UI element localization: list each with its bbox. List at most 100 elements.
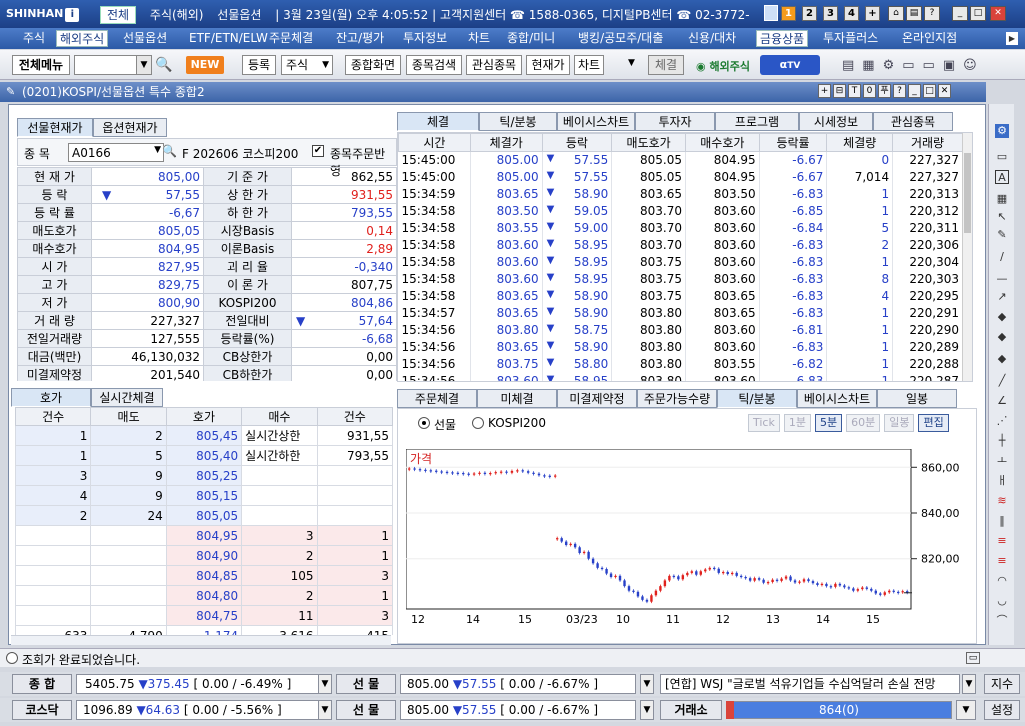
eraser-icon[interactable]: ✎ [995,228,1009,242]
arc-icon[interactable]: ◡ [995,594,1009,608]
chart-interval-button[interactable]: Tick [748,414,780,432]
chevron-down-icon[interactable]: ▼ [628,58,635,68]
text-icon[interactable]: A [995,170,1009,184]
checkout-button[interactable]: 체결 [648,55,684,75]
window-control-icon[interactable]: ? [893,84,906,98]
window-control-icon[interactable]: T [848,84,861,98]
overseas-stock-link[interactable]: ◉ 해외주식 [696,58,750,74]
tick-row[interactable]: 15:45:00 805.00 ▼ 57.55 805.05 804.95 -6.67 7,0… [398,168,963,186]
menu-item[interactable]: 종합/미니 [504,30,558,47]
print-icon[interactable]: ▤ [842,58,862,73]
tick-row[interactable]: 15:34:58 803.60 ▼ 58.95 803.70 803.60 -6.83 2 22… [398,236,963,254]
tab-all[interactable]: 전체 [100,6,137,24]
tick-row[interactable]: 15:34:58 803.65 ▼ 58.90 803.75 803.65 -6.83 4 22… [398,287,963,305]
status-window-icon[interactable]: ▭ [966,652,980,664]
tick-row[interactable]: 15:34:56 803.60 ▼ 58.95 803.80 803.60 -6.83 1 22… [398,372,963,381]
chart-interval-button[interactable]: 편집 [918,414,949,432]
gear-icon[interactable]: ⚙ [883,58,903,73]
chevron-down-icon[interactable]: ▼ [956,700,976,720]
screen-2-button[interactable]: 2 [802,6,817,21]
hline-icon[interactable]: ㅐ [995,474,1009,488]
menu-item[interactable]: 주문체결 [266,30,316,47]
tick-row[interactable]: 15:34:56 803.75 ▼ 58.80 803.80 803.55 -6.82 1 22… [398,355,963,373]
minimize-icon[interactable]: _ [952,6,968,21]
hline-icon[interactable]: ㅗ [995,454,1009,468]
close-icon[interactable]: ✕ [990,6,1006,21]
tab-futures-price[interactable]: 선물현재가 [17,118,93,137]
stock-search-button[interactable]: 종목검색 [406,55,462,75]
screen-4-button[interactable]: 4 [844,6,859,21]
tab-chart-6[interactable]: 일봉 [877,389,957,408]
menu-item[interactable]: 투자플러스 [820,30,881,47]
menu-item[interactable]: 신용/대차 [685,30,739,47]
chart-interval-button[interactable]: 5분 [814,414,843,432]
line-icon[interactable]: — [995,272,1009,286]
ask-level-row[interactable]: 4 9 805,15 [15,485,393,506]
ask-level-row[interactable]: 1 2 805,45 실시간상한 931,55 [15,425,393,446]
crosshair-icon[interactable]: ┼ [995,434,1009,448]
marker-icon[interactable]: ◆ [995,310,1009,324]
tab-orderbook[interactable]: 호가 [11,388,91,407]
chevron-down-icon[interactable]: ▼ [962,674,976,694]
chart-interval-button[interactable]: 60분 [846,414,881,432]
grid-icon[interactable]: ▦ [995,192,1009,206]
ask-level-row[interactable]: 3 9 805,25 [15,465,393,486]
bid-level-row[interactable]: 804,85 105 3 [15,565,393,586]
diagonal-icon[interactable]: ╱ [995,374,1009,388]
fan-icon[interactable]: ⋰ [995,414,1009,428]
register-button[interactable]: 등록 [242,55,276,75]
ask-level-row[interactable]: 2 24 805,05 [15,505,393,526]
bid-level-row[interactable]: 804,90 2 1 [15,545,393,566]
radio-kospi200[interactable] [472,417,484,429]
home-icon[interactable]: ⌂ [888,6,904,21]
tab-right-3[interactable]: 투자자 [635,112,715,131]
tab-chart-4[interactable]: 틱/분봉 [717,389,797,408]
chevron-down-icon[interactable]: ▼ [318,700,332,720]
overview-button[interactable]: 종합화면 [345,55,401,75]
chevron-down-icon[interactable]: ▼ [640,674,654,694]
stock-select[interactable]: 주식 ▼ [281,55,333,75]
tv-button[interactable]: αTV [760,55,820,75]
menu-item[interactable]: 차트 [465,30,493,47]
fibo-icon[interactable]: ≡ [995,554,1009,568]
tick-row[interactable]: 15:34:56 803.65 ▼ 58.90 803.80 803.60 -6.83 1 22… [398,338,963,356]
tick-row[interactable]: 15:34:58 803.60 ▼ 58.95 803.75 803.60 -6.83 1 22… [398,253,963,271]
help-icon[interactable]: ? [924,6,940,21]
tab-right-5[interactable]: 시세정보 [799,112,873,131]
window-control-icon[interactable]: □ [923,84,936,98]
tab-chart-5[interactable]: 베이시스차트 [797,389,877,408]
settings-button[interactable]: 설정 [984,700,1020,720]
gear-icon[interactable]: ⚙ [995,124,1009,138]
marker-icon[interactable]: ◆ [995,330,1009,344]
tab-right-6[interactable]: 관심종목 [873,112,953,131]
chevron-down-icon[interactable]: ▼ [640,700,654,720]
pen-icon[interactable]: ∕ [995,250,1009,264]
trend-icon[interactable]: ↗ [995,290,1009,304]
ask-level-row[interactable]: 1 5 805,40 실시간하한 793,55 [15,445,393,466]
chevron-down-icon[interactable]: ▼ [154,145,161,155]
add-screen-button[interactable]: + [865,6,880,21]
tab-right-0[interactable]: 체결 [397,112,479,131]
tick-row[interactable]: 15:34:58 803.55 ▼ 59.00 803.70 803.60 -6.84 5 22… [398,219,963,237]
lock-icon[interactable]: ▣ [943,58,963,73]
calculator-icon[interactable]: ▦ [862,58,882,73]
monitor-icon[interactable] [764,5,778,21]
chart-button[interactable]: 차트 [574,55,604,75]
tab-stock-overseas[interactable]: 주식(해외) [150,8,204,22]
arc-icon[interactable]: ◠ [995,574,1009,588]
window-icon[interactable]: ▭ [923,58,943,73]
tick-row[interactable]: 15:45:00 805.00 ▼ 57.55 805.05 804.95 -6.67 0 22… [398,151,963,169]
tick-row[interactable]: 15:34:58 803.60 ▼ 58.95 803.75 803.60 -6.83 8 22… [398,270,963,288]
search-icon[interactable]: 🔍 [162,144,177,158]
cursor-icon[interactable]: ↖ [995,210,1009,224]
screen-3-button[interactable]: 3 [823,6,838,21]
vline-icon[interactable]: ‖ [995,514,1009,528]
bid-level-row[interactable]: 804,75 11 3 [15,605,393,626]
menu-scroll-icon[interactable]: ▶ [1006,32,1018,45]
screen-1-button[interactable]: 1 [781,6,796,21]
menu-item[interactable]: ETF/ETN/ELW [186,30,271,47]
layout-icon[interactable]: ▤ [906,6,922,21]
menu-item[interactable]: 금융상품 [756,30,809,47]
menu-item[interactable]: 잔고/평가 [333,30,387,47]
tick-scrollbar[interactable] [962,133,972,381]
